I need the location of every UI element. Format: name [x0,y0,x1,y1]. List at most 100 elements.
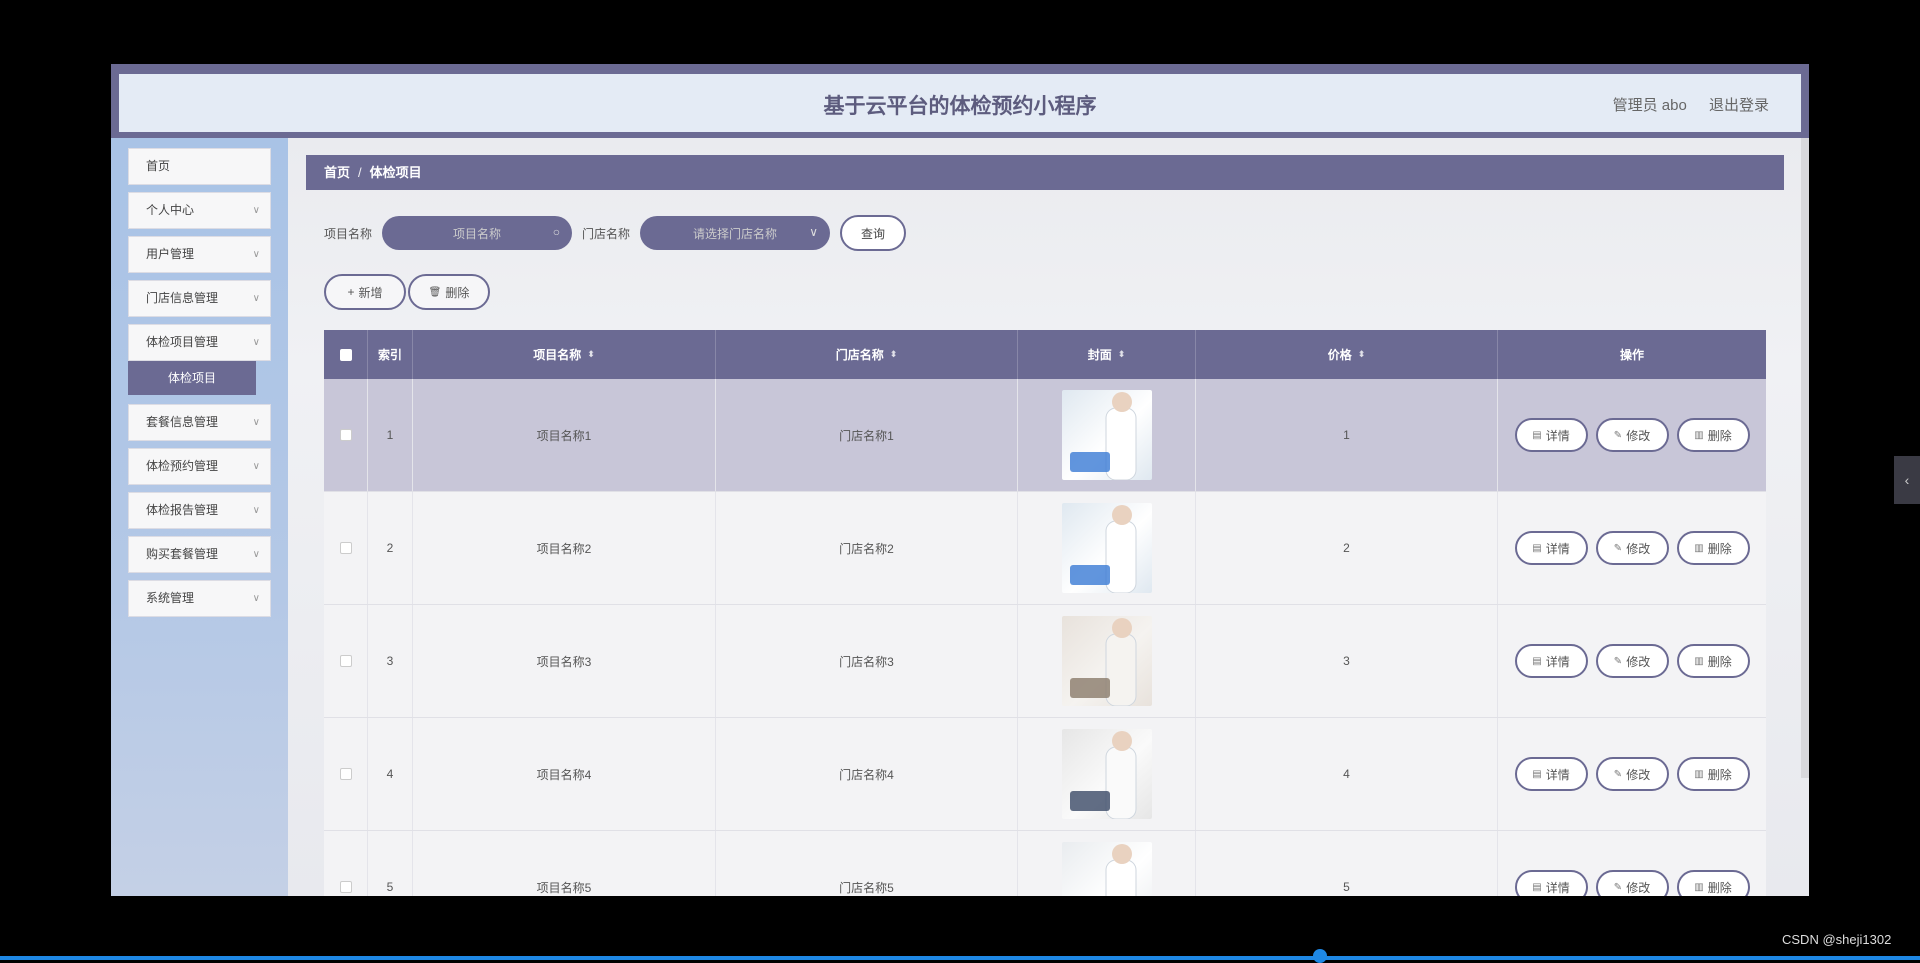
sidebar-item-stores[interactable]: 门店信息管理 ∨ [128,280,271,317]
col-store-name[interactable]: 门店名称 ⬍ [716,330,1018,379]
store-name-select[interactable]: 请选择门店名称 ∨ [640,216,831,250]
row-price: 2 [1196,492,1498,604]
bulk-delete-button[interactable]: 🗑 删除 [408,274,490,310]
row-store-name-value: 门店名称5 [839,880,894,895]
table-row[interactable]: 1 项目名称1 门店名称1 1 ▤ 详情 ✎ 修改 ▥ 删除 [324,379,1766,492]
cover-image[interactable] [1061,503,1152,593]
sidebar-item-profile[interactable]: 个人中心 ∨ [128,192,271,229]
delete-label: 删除 [1707,541,1732,556]
sidebar-item-label: 购买套餐管理 [146,547,219,561]
table-row[interactable]: 3 项目名称3 门店名称3 3 ▤ 详情 ✎ 修改 ▥ 删除 [324,605,1766,718]
chevron-down-icon: ∨ [809,225,819,239]
col-price[interactable]: 价格 ⬍ [1196,330,1498,379]
delete-button[interactable]: ▥ 删除 [1676,870,1750,896]
row-checkbox[interactable] [339,429,352,441]
search-icon: ○ [552,225,561,239]
sidebar-item-appointments[interactable]: 体检预约管理 ∨ [128,448,271,485]
row-checkbox[interactable] [339,542,352,554]
row-project-name-value: 项目名称5 [536,880,592,895]
sidebar-item-exam-projects[interactable]: 体检项目管理 ∨ [128,324,271,361]
user-area: 管理员 abo 退出登录 [1595,94,1769,115]
delete-button[interactable]: ▥ 删除 [1676,418,1750,452]
scrollbar[interactable] [1801,138,1809,778]
document-icon: ▤ [1532,542,1542,554]
edit-button[interactable]: ✎ 修改 [1595,870,1669,896]
delete-button[interactable]: ▥ 删除 [1676,757,1750,791]
delete-button[interactable]: ▥ 删除 [1676,644,1750,678]
row-cover [1018,831,1196,896]
chevron-down-icon: ∨ [252,505,260,516]
collapse-tab[interactable]: ‹ [1894,456,1920,504]
document-icon: ▤ [1532,655,1542,667]
progress-knob[interactable] [1313,949,1327,963]
col-actions: 操作 [1498,330,1766,379]
sort-icon: ⬍ [1357,349,1366,359]
col-index-label: 索引 [377,348,402,362]
chevron-left-icon: ‹ [1904,472,1910,488]
chevron-down-icon: ∨ [252,417,260,428]
delete-label: 删除 [1707,428,1732,443]
sidebar-item-label: 个人中心 [146,203,195,217]
sidebar-item-reports[interactable]: 体检报告管理 ∨ [128,492,271,529]
sidebar-item-label: 首页 [146,159,171,173]
table-row[interactable]: 2 项目名称2 门店名称2 2 ▤ 详情 ✎ 修改 ▥ 删除 [324,492,1766,605]
row-store-name-value: 门店名称2 [839,541,894,556]
row-actions: ▤ 详情 ✎ 修改 ▥ 删除 [1498,831,1766,896]
row-price: 5 [1196,831,1498,896]
edit-button[interactable]: ✎ 修改 [1595,644,1669,678]
project-name-placeholder: 项目名称 [453,226,502,241]
sidebar-item-system[interactable]: 系统管理 ∨ [128,580,271,617]
trash-icon: ▥ [1694,881,1704,893]
col-project-name[interactable]: 项目名称 ⬍ [413,330,716,379]
add-button[interactable]: + 新增 [324,274,406,310]
edit-label: 修改 [1626,541,1651,556]
row-select-cell [324,718,368,830]
row-price-value: 2 [1343,541,1350,555]
logout-link[interactable]: 退出登录 [1709,97,1769,114]
delete-button[interactable]: ▥ 删除 [1676,531,1750,565]
cover-image[interactable] [1061,616,1152,706]
video-progress-bar[interactable] [0,956,1920,960]
row-actions: ▤ 详情 ✎ 修改 ▥ 删除 [1498,492,1766,604]
table-row[interactable]: 4 项目名称4 门店名称4 4 ▤ 详情 ✎ 修改 ▥ 删除 [324,718,1766,831]
cover-image[interactable] [1061,390,1152,480]
detail-button[interactable]: ▤ 详情 [1514,757,1588,791]
detail-button[interactable]: ▤ 详情 [1514,418,1588,452]
sidebar-item-packages[interactable]: 套餐信息管理 ∨ [128,404,271,441]
row-price-value: 5 [1343,880,1350,894]
cover-image[interactable] [1061,729,1152,819]
detail-button[interactable]: ▤ 详情 [1514,531,1588,565]
row-price-value: 4 [1343,767,1350,781]
cover-image[interactable] [1061,842,1152,896]
sidebar-subitem-exam-project[interactable]: 体检项目 [128,361,256,395]
row-checkbox[interactable] [339,655,352,667]
row-project-name-value: 项目名称1 [536,428,592,443]
detail-button[interactable]: ▤ 详情 [1514,644,1588,678]
doctor-image-icon [1105,844,1136,896]
table-row[interactable]: 5 项目名称5 门店名称5 5 ▤ 详情 ✎ 修改 ▥ 删除 [324,831,1766,896]
edit-button[interactable]: ✎ 修改 [1595,418,1669,452]
breadcrumb-home[interactable]: 首页 [324,165,350,180]
edit-label: 修改 [1626,654,1651,669]
doctor-image-icon [1069,392,1136,480]
row-checkbox[interactable] [339,768,352,780]
project-name-input[interactable]: 项目名称 ○ [382,216,573,250]
document-icon: ▤ [1532,429,1542,441]
query-button[interactable]: 查询 [840,215,907,251]
select-all-checkbox[interactable] [339,348,352,361]
sidebar-item-purchases[interactable]: 购买套餐管理 ∨ [128,536,271,573]
col-index: 索引 [368,330,413,379]
edit-button[interactable]: ✎ 修改 [1595,757,1669,791]
edit-icon: ✎ [1613,542,1623,554]
sidebar-item-users[interactable]: 用户管理 ∨ [128,236,271,273]
sidebar-item-home[interactable]: 首页 [128,148,271,185]
row-index-value: 3 [386,654,394,668]
col-price-label: 价格 [1327,348,1352,362]
row-checkbox[interactable] [339,881,352,893]
edit-button[interactable]: ✎ 修改 [1595,531,1669,565]
col-cover[interactable]: 封面 ⬍ [1018,330,1196,379]
row-store-name-value: 门店名称4 [839,767,894,782]
edit-icon: ✎ [1613,881,1623,893]
detail-button[interactable]: ▤ 详情 [1514,870,1588,896]
row-index-value: 4 [386,767,394,781]
